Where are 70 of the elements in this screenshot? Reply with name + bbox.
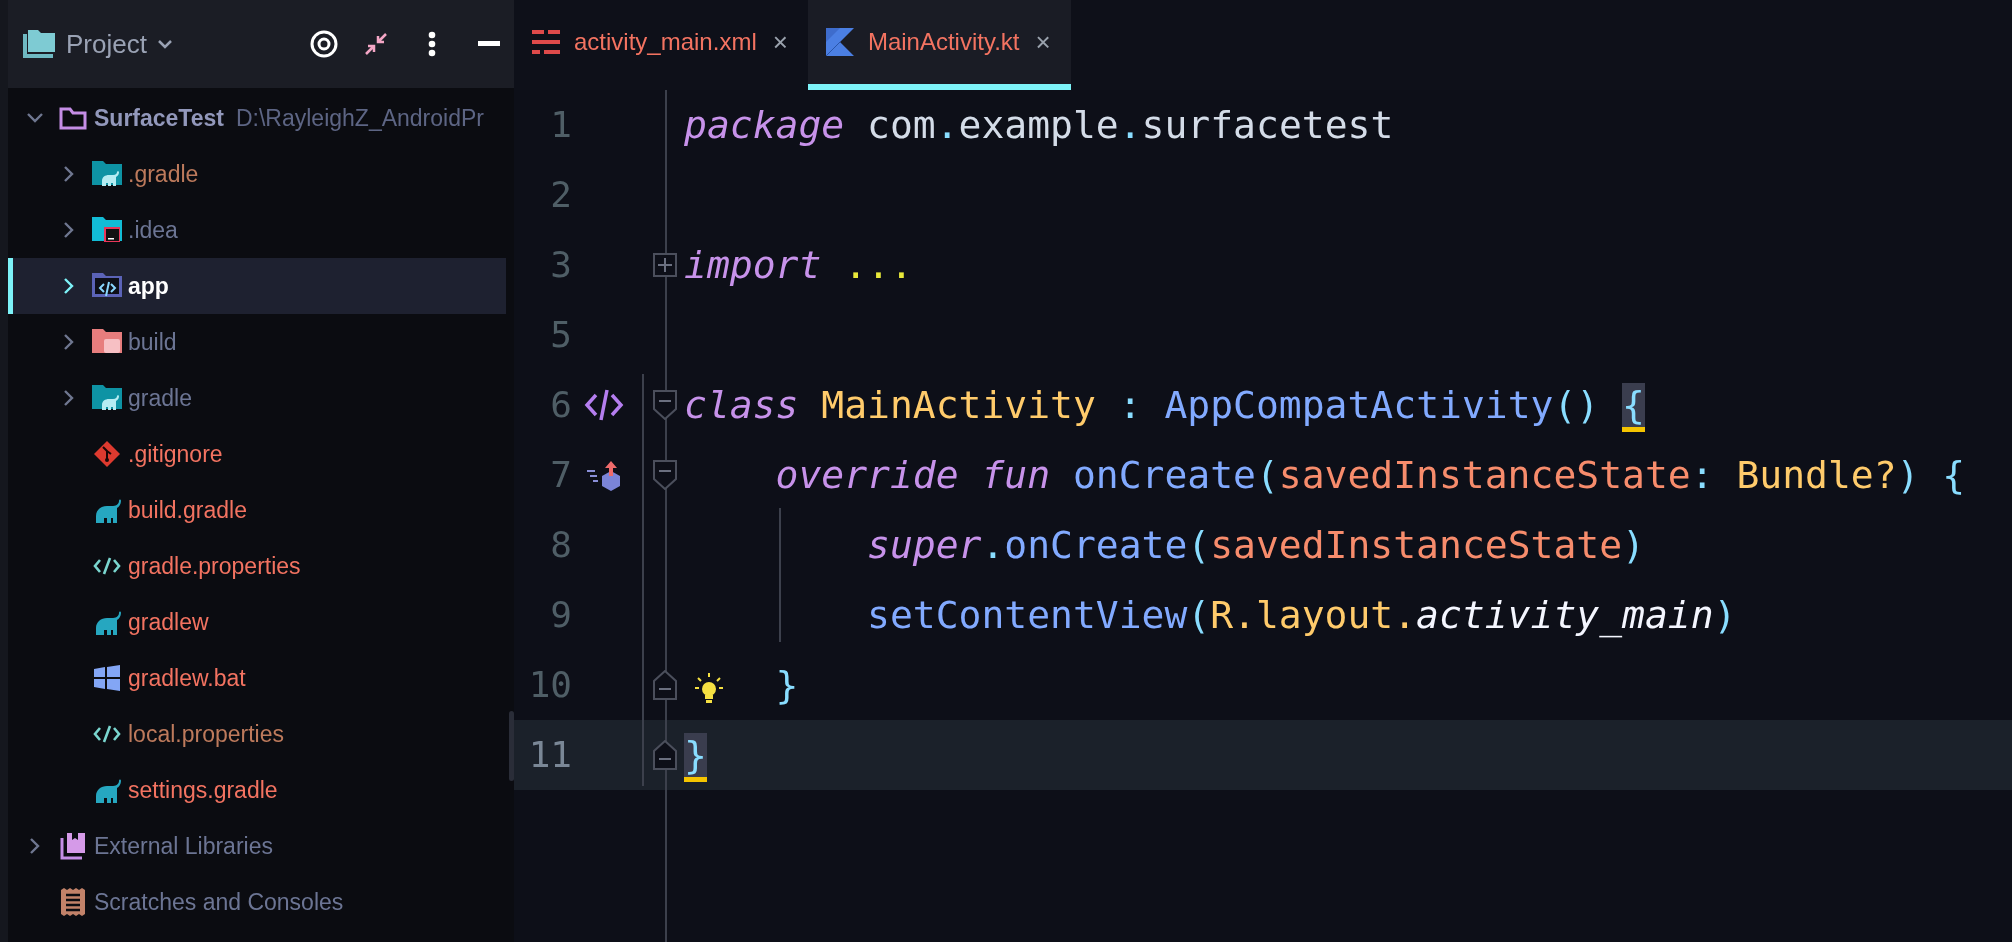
tree-item[interactable]: gradlew.bat bbox=[8, 650, 506, 706]
tree-item[interactable]: local.properties bbox=[8, 706, 506, 762]
line-number: 7 bbox=[549, 453, 573, 497]
line-number: 9 bbox=[549, 593, 573, 637]
fold-collapse-icon[interactable] bbox=[653, 390, 677, 420]
tree-item[interactable]: gradle.properties bbox=[8, 538, 506, 594]
line-number: 10 bbox=[527, 663, 573, 707]
gradle-folder-icon bbox=[92, 161, 122, 187]
layout-icon bbox=[532, 30, 560, 54]
line-number: 8 bbox=[549, 523, 573, 567]
chevron-down-icon bbox=[156, 39, 173, 49]
tree-item[interactable]: Scratches and Consoles bbox=[8, 874, 506, 930]
minimize-icon[interactable] bbox=[478, 41, 500, 47]
override-marker-icon[interactable] bbox=[585, 459, 623, 491]
code-line: setContentView(R.layout.activity_main) bbox=[867, 592, 1737, 640]
tree-item[interactable]: build.gradle bbox=[8, 482, 506, 538]
code-line: package com.example.surfacetest bbox=[684, 102, 1394, 149]
tree-item[interactable]: gradlew bbox=[8, 594, 506, 650]
tree-item[interactable]: app bbox=[8, 258, 506, 314]
project-path: D:\RayleighZ_AndroidPr bbox=[235, 103, 484, 133]
close-tab-button[interactable]: × bbox=[772, 22, 788, 62]
collapse-icon[interactable] bbox=[364, 32, 388, 56]
line-number: 2 bbox=[549, 173, 573, 217]
code-line: super.onCreate(savedInstanceState) bbox=[867, 522, 1645, 569]
code-brackets-icon[interactable] bbox=[584, 387, 624, 423]
fold-collapse-icon[interactable] bbox=[653, 460, 677, 490]
code-brackets-icon bbox=[93, 556, 121, 576]
tree-item[interactable]: .idea bbox=[8, 202, 506, 258]
library-icon bbox=[60, 832, 86, 860]
scrollbar-thumb[interactable] bbox=[509, 711, 514, 781]
elephant-icon bbox=[93, 497, 121, 523]
tree-item[interactable]: settings.gradle bbox=[8, 762, 506, 818]
line-number: 11 bbox=[527, 733, 573, 777]
kotlin-icon bbox=[825, 28, 854, 56]
line-number: 6 bbox=[549, 383, 573, 427]
scratches-icon bbox=[61, 888, 85, 916]
lightbulb-icon[interactable] bbox=[694, 672, 724, 704]
fold-collapse-icon[interactable] bbox=[653, 740, 677, 770]
locate-target-icon[interactable] bbox=[310, 30, 338, 58]
tree-item[interactable]: External Libraries bbox=[8, 818, 506, 874]
windows-icon bbox=[94, 665, 120, 691]
elephant-icon bbox=[93, 609, 121, 635]
folder-icon bbox=[23, 30, 56, 58]
tree-item[interactable]: .gradle bbox=[8, 146, 506, 202]
gradle-folder-icon bbox=[92, 385, 122, 411]
tree-item[interactable]: build bbox=[8, 314, 506, 370]
line-number: 3 bbox=[549, 243, 573, 287]
code-line: override fun onCreate(savedInstanceState: Bundle?) { bbox=[775, 452, 1966, 499]
fold-collapse-icon[interactable] bbox=[653, 670, 677, 700]
more-options-icon[interactable] bbox=[428, 31, 436, 57]
tree-item[interactable]: SurfaceTest D:\RayleighZ_AndroidPr bbox=[8, 90, 506, 146]
code-line: class MainActivity : AppCompatActivity() { bbox=[684, 370, 1645, 440]
tree-item[interactable]: gradle bbox=[8, 370, 506, 426]
elephant-icon bbox=[93, 777, 121, 803]
line-number: 1 bbox=[549, 103, 573, 147]
git-icon bbox=[93, 440, 121, 468]
code-line: import ... bbox=[684, 242, 913, 289]
editor-tab[interactable]: MainActivity.kt × bbox=[807, 0, 1071, 90]
fold-expand-icon[interactable] bbox=[653, 253, 677, 277]
code-line: } bbox=[775, 662, 799, 709]
line-number: 5 bbox=[549, 313, 573, 357]
code-brackets-icon bbox=[93, 724, 121, 744]
folder-icon bbox=[92, 329, 122, 355]
idea-folder-icon bbox=[92, 217, 122, 243]
editor-tab[interactable]: activity_main.xml × bbox=[514, 0, 808, 90]
tree-item[interactable]: .gitignore bbox=[8, 426, 506, 482]
close-tab-button[interactable]: × bbox=[1035, 22, 1051, 62]
project-view-dropdown[interactable]: Project bbox=[23, 24, 173, 64]
module-folder-icon bbox=[92, 273, 122, 299]
folder-icon bbox=[59, 106, 87, 130]
